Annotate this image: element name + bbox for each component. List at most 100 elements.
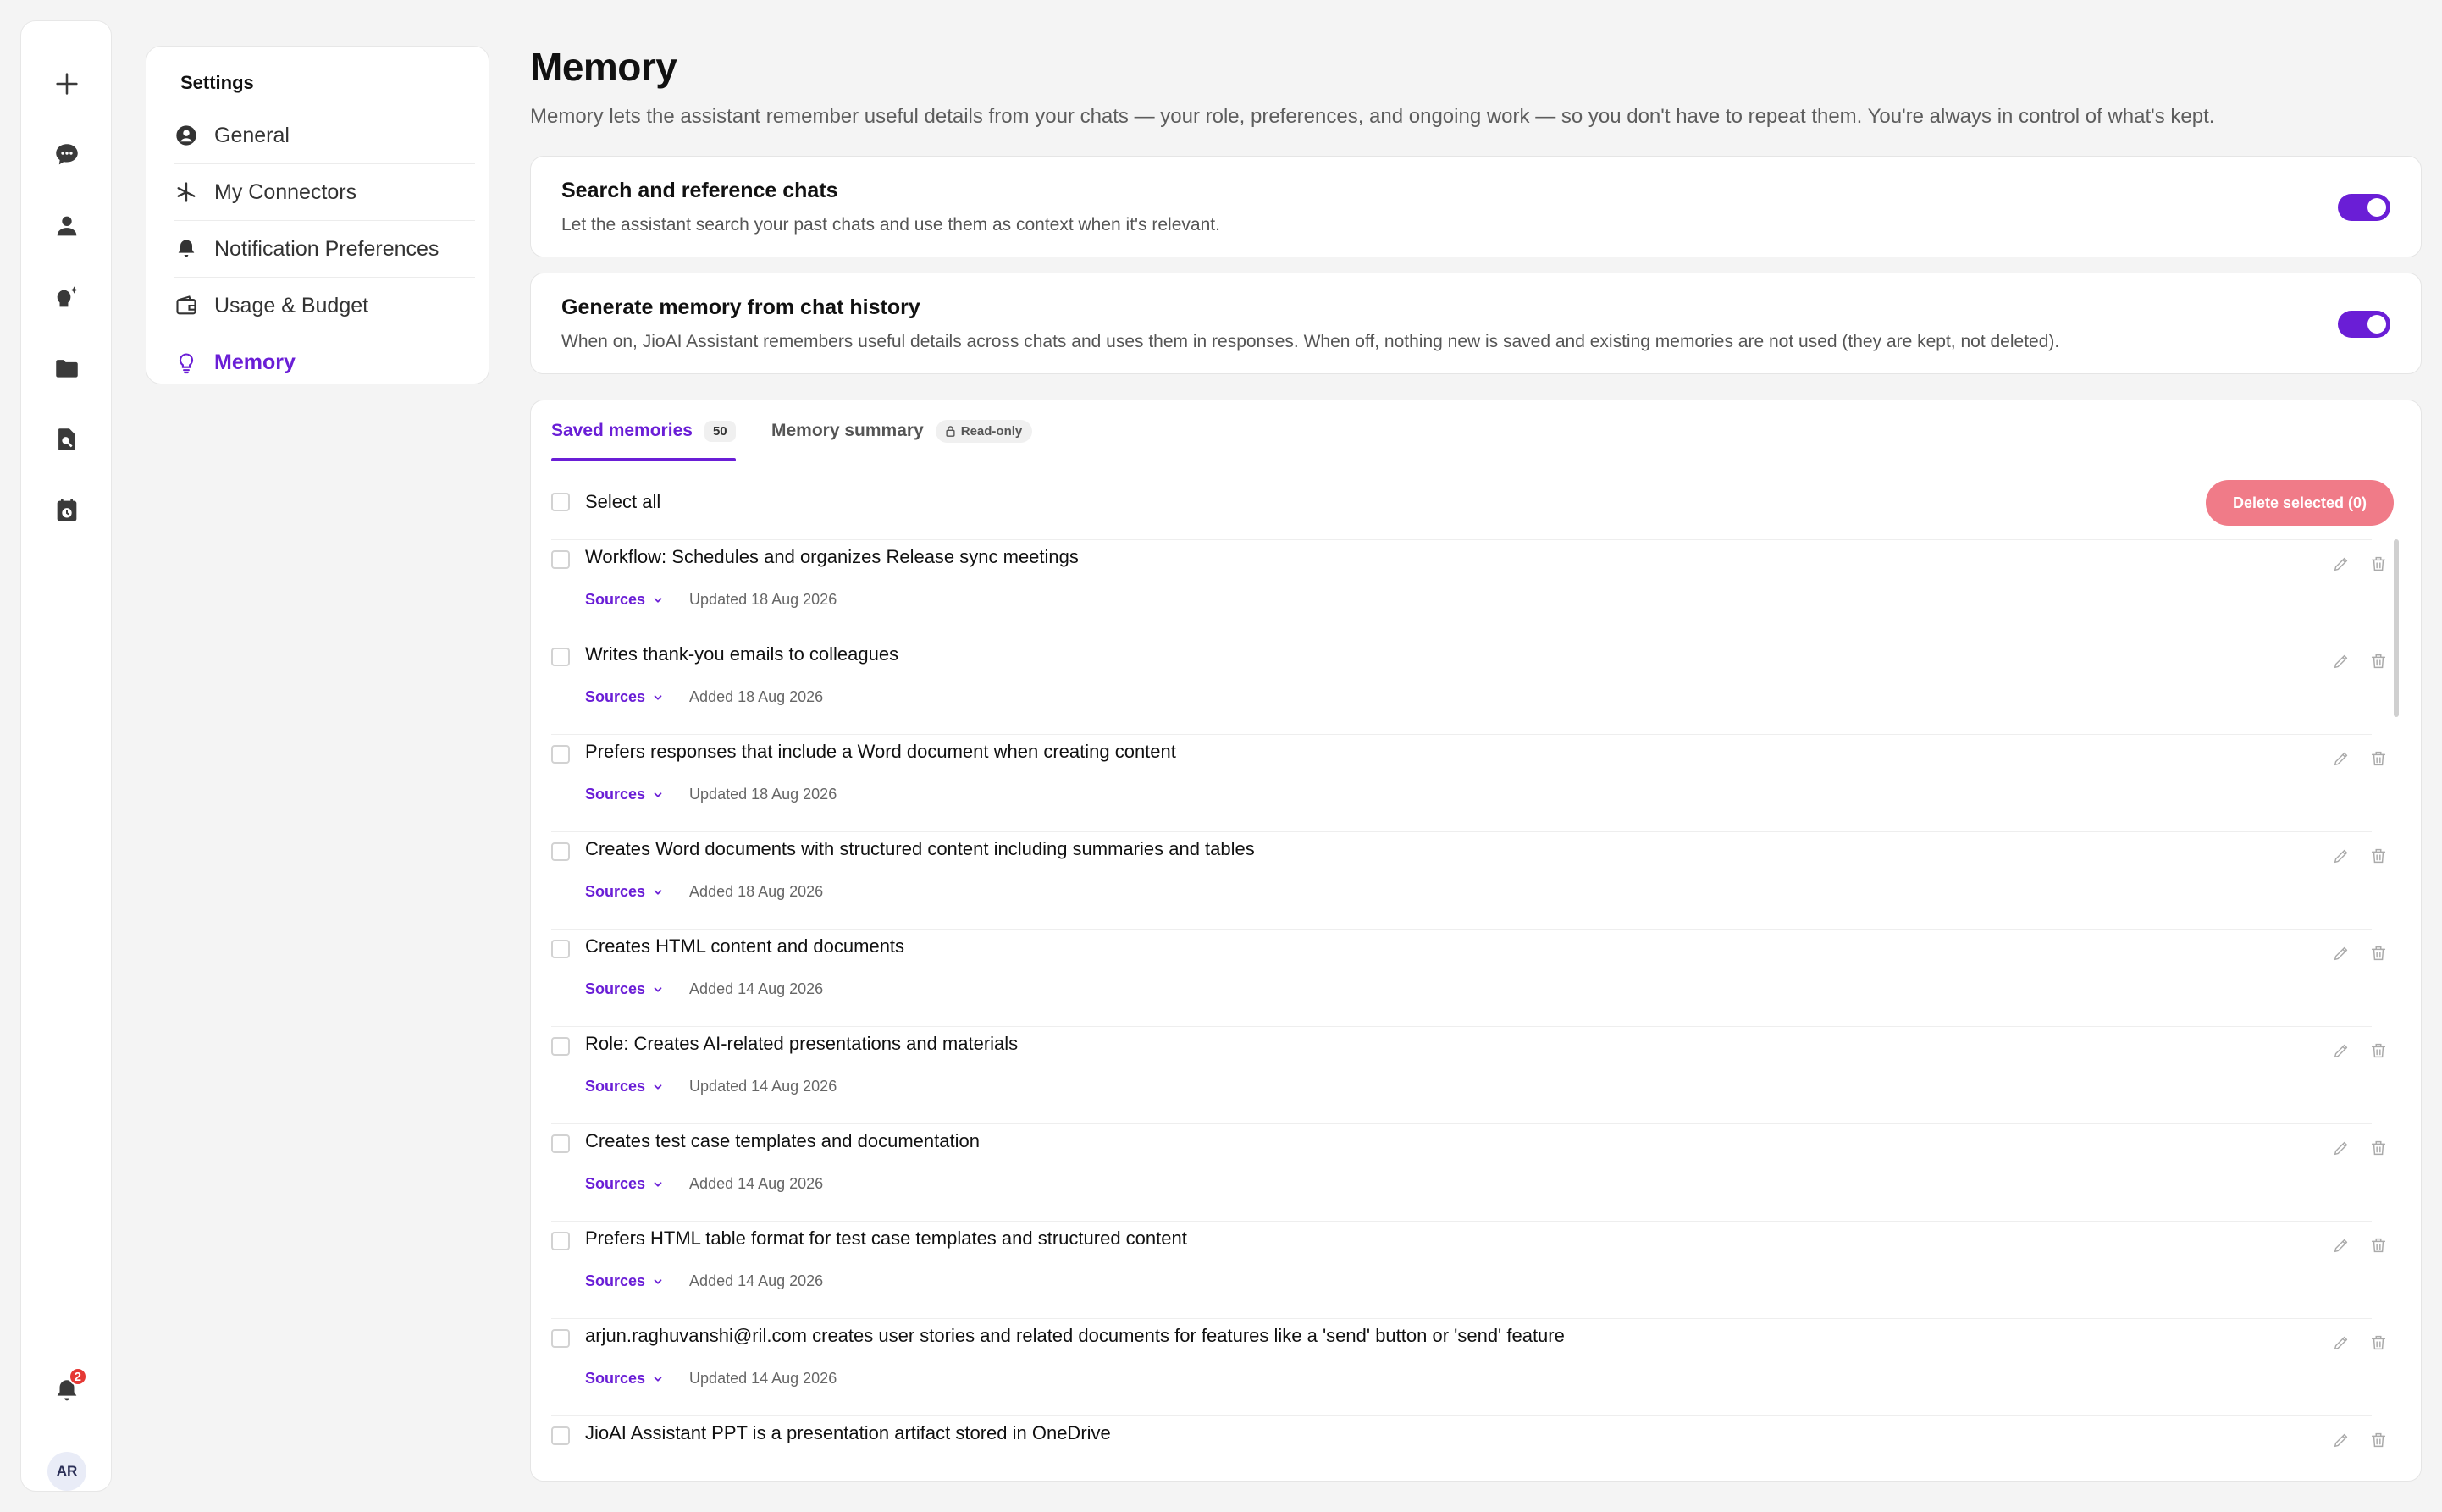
pencil-icon (2334, 849, 2348, 864)
memory-text: Creates HTML content and documents (585, 935, 905, 957)
sources-label: Sources (585, 1370, 646, 1387)
scheduled-button[interactable] (40, 483, 94, 538)
avatar[interactable]: AR (47, 1452, 86, 1491)
delete-selected-button[interactable]: Delete selected (0) (2206, 480, 2394, 526)
select-all-label: Select all (585, 491, 661, 512)
edit-memory-button[interactable] (2329, 844, 2353, 868)
select-all-checkbox[interactable] (551, 493, 570, 511)
files-button[interactable] (40, 341, 94, 395)
delete-memory-button[interactable] (2367, 1136, 2390, 1160)
delete-memory-button[interactable] (2367, 941, 2390, 965)
memory-row: Creates HTML content and documents Source… (551, 929, 2386, 1026)
saved-count-badge: 50 (704, 420, 736, 442)
settings-item-label: Memory (214, 350, 296, 374)
memory-meta: Sources Added 18 Aug 2026 (585, 883, 823, 901)
sources-dropdown[interactable]: Sources (585, 1078, 664, 1095)
settings-item-connectors[interactable]: My Connectors (174, 164, 475, 221)
settings-item-memory[interactable]: Memory (174, 334, 475, 391)
memory-checkbox[interactable] (551, 1232, 570, 1250)
memory-meta: Sources Updated 18 Aug 2026 (585, 591, 837, 609)
documents-button[interactable] (40, 412, 94, 466)
edit-memory-button[interactable] (2329, 1233, 2353, 1257)
sources-dropdown[interactable]: Sources (585, 980, 664, 998)
memory-row: arjun.raghuvanshi@ril.com creates user s… (551, 1318, 2386, 1415)
new-chat-button[interactable] (40, 57, 94, 111)
pencil-icon (2334, 946, 2348, 961)
memory-meta: Sources Added 14 Aug 2026 (585, 1175, 823, 1193)
scrollbar-thumb[interactable] (2394, 539, 2399, 717)
memories-panel: Saved memories 50 Memory summary Read-on… (530, 400, 2422, 1482)
delete-memory-button[interactable] (2367, 1233, 2390, 1257)
notification-count-badge: 2 (68, 1367, 87, 1386)
memory-checkbox[interactable] (551, 842, 570, 861)
delete-memory-button[interactable] (2367, 844, 2390, 868)
memory-checkbox[interactable] (551, 1329, 570, 1348)
delete-memory-button[interactable] (2367, 747, 2390, 770)
sources-dropdown[interactable]: Sources (585, 688, 664, 706)
profile-button[interactable] (40, 199, 94, 253)
memory-text: Writes thank-you emails to colleagues (585, 643, 899, 665)
memory-date: Added 18 Aug 2026 (689, 883, 824, 900)
pencil-icon (2334, 752, 2348, 766)
search-reference-chats-toggle[interactable] (2338, 194, 2390, 221)
sources-dropdown[interactable]: Sources (585, 1175, 664, 1193)
memory-checkbox[interactable] (551, 648, 570, 666)
edit-memory-button[interactable] (2329, 1039, 2353, 1062)
edit-memory-button[interactable] (2329, 552, 2353, 576)
edit-memory-button[interactable] (2329, 941, 2353, 965)
edit-memory-button[interactable] (2329, 1331, 2353, 1355)
tab-memory-summary[interactable]: Memory summary Read-only (771, 400, 1033, 461)
sources-dropdown[interactable]: Sources (585, 883, 664, 901)
trash-icon (2371, 946, 2386, 961)
sources-label: Sources (585, 786, 646, 803)
chevron-down-icon (654, 1084, 662, 1090)
memory-checkbox[interactable] (551, 940, 570, 958)
chevron-down-icon (654, 597, 662, 603)
page-title: Memory (530, 45, 677, 89)
memory-meta: Sources Added 14 Aug 2026 (585, 1272, 823, 1290)
toggle-title: Search and reference chats (561, 179, 838, 202)
memory-meta: Sources Added 18 Aug 2026 (585, 688, 823, 706)
settings-item-usage-budget[interactable]: Usage & Budget (174, 278, 475, 334)
calendar-clock-icon (57, 499, 77, 521)
delete-memory-button[interactable] (2367, 1428, 2390, 1452)
tab-saved-memories[interactable]: Saved memories 50 (551, 400, 736, 461)
chats-button[interactable] (40, 128, 94, 182)
edit-memory-button[interactable] (2329, 1136, 2353, 1160)
memory-meta: Sources Updated 14 Aug 2026 (585, 1078, 837, 1095)
memory-checkbox[interactable] (551, 550, 570, 569)
memory-text: Prefers HTML table format for test case … (585, 1228, 1187, 1249)
assistants-button[interactable] (40, 270, 94, 324)
sources-dropdown[interactable]: Sources (585, 1370, 664, 1388)
sources-dropdown[interactable]: Sources (585, 1272, 664, 1290)
memory-checkbox[interactable] (551, 745, 570, 764)
trash-icon (2371, 848, 2386, 864)
sources-label: Sources (585, 980, 646, 997)
trash-icon (2371, 556, 2386, 571)
toggle-description: When on, JioAI Assistant remembers usefu… (561, 332, 2060, 351)
sources-dropdown[interactable]: Sources (585, 591, 664, 609)
delete-memory-button[interactable] (2367, 1331, 2390, 1355)
memory-checkbox[interactable] (551, 1037, 570, 1056)
memory-checkbox[interactable] (551, 1426, 570, 1445)
memory-checkbox[interactable] (551, 1134, 570, 1153)
memory-list-scrollbar[interactable] (2390, 539, 2402, 1481)
toggle-description: Let the assistant search your past chats… (561, 215, 1220, 235)
sparkle-bulb-icon (57, 286, 78, 307)
delete-memory-button[interactable] (2367, 552, 2390, 576)
settings-title: Settings (180, 72, 254, 93)
edit-memory-button[interactable] (2329, 1428, 2353, 1452)
generate-memory-toggle[interactable] (2338, 311, 2390, 338)
settings-item-notification-preferences[interactable]: Notification Preferences (174, 221, 475, 278)
chevron-down-icon (654, 694, 662, 700)
edit-memory-button[interactable] (2329, 649, 2353, 673)
delete-memory-button[interactable] (2367, 649, 2390, 673)
settings-item-general[interactable]: General (174, 108, 475, 164)
edit-memory-button[interactable] (2329, 747, 2353, 770)
settings-item-label: General (214, 123, 290, 147)
notifications-button[interactable]: 2 (40, 1364, 94, 1418)
memory-text: Creates Word documents with structured c… (585, 838, 1255, 859)
pencil-icon (2334, 1336, 2348, 1350)
delete-memory-button[interactable] (2367, 1039, 2390, 1062)
sources-dropdown[interactable]: Sources (585, 786, 664, 803)
